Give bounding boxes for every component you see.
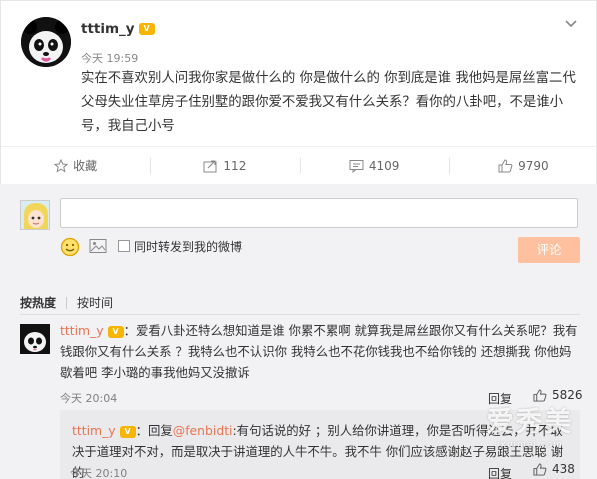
comment-count: 4109 [368,158,400,173]
my-avatar[interactable] [20,200,50,230]
emoji-icon[interactable] [60,237,80,257]
user-avatar[interactable] [21,17,71,67]
comment-button[interactable]: 4109 [299,147,449,184]
post-content: 实在不喜欢别人问我你家是做什么的 你是做什么的 你到底是谁 我他妈是屌丝富二代 … [81,71,576,134]
comment-body: ：爱看八卦还特么想知道是谁 你累不累啊 就算我是屌丝跟你又有什么关系呢？我有钱跟… [60,323,578,380]
thumbs-up-icon [498,158,513,172]
post-action-bar: 收藏 112 4109 9790 [1,146,597,184]
reply-prefix: ：回复 [135,423,173,438]
weibo-post: tttim_y V 今天 19:59 实在不喜欢别人问我你家是做什么的 你是做什么… [0,0,597,184]
favorite-button[interactable]: 收藏 [1,147,150,184]
post-username[interactable]: tttim_y V [81,21,155,37]
comment-avatar[interactable] [20,324,50,354]
also-repost-checkbox[interactable] [118,240,130,252]
vip-badge-icon: V [138,23,155,35]
chevron-down-icon[interactable] [564,17,578,31]
thumbs-up-icon [533,388,547,402]
comment-username[interactable]: tttim_y [60,323,104,338]
reply-button[interactable]: 回复 [488,465,512,479]
comment-like-button[interactable]: 5826 [533,388,583,402]
image-icon[interactable] [89,238,107,254]
like-button[interactable]: 9790 [448,147,597,184]
submit-comment-button[interactable]: 评论 [518,237,580,263]
comment-input[interactable] [60,198,578,228]
username-text[interactable]: tttim_y [81,21,135,37]
sort-divider [66,296,68,309]
reply-like-count: 438 [552,462,575,476]
reply-timestamp: 今天 20:10 [70,467,128,479]
watermark-text: 爱秀美 [486,407,574,438]
comment-like-count: 5826 [552,388,583,402]
vip-badge-icon: V [107,325,124,338]
thumbs-up-icon [533,462,547,476]
post-timestamp[interactable]: 今天 19:59 [81,50,138,66]
repost-count: 112 [223,158,247,173]
reply-username[interactable]: tttim_y [72,423,116,438]
star-icon [54,158,69,173]
sort-by-time[interactable]: 按时间 [77,294,113,311]
comment-icon [349,159,364,173]
comment-sort-tabs: 按热度 按时间 [20,294,113,311]
also-repost-label[interactable]: 同时转发到我的微博 [134,238,242,255]
favorite-label: 收藏 [73,159,98,173]
reply-mention[interactable]: @fenbidti [173,423,233,438]
watermark-url: ixiumei.com [497,440,563,450]
vip-badge-icon: V [119,425,136,438]
repost-icon [203,160,217,172]
divider [20,314,580,315]
repost-button[interactable]: 112 [150,147,299,184]
watermark-logo: 爱秀美 ixiumei.com [470,406,590,450]
comment-timestamp: 今天 20:04 [60,392,118,405]
sort-by-hot[interactable]: 按热度 [20,294,56,311]
comment-text: tttim_y V ：爱看八卦还特么想知道是谁 你累不累啊 就算我是屌丝跟你又有什么… [60,320,580,383]
reply-like-button[interactable]: 438 [533,462,575,476]
reply-button[interactable]: 回复 [488,390,512,407]
like-count: 9790 [518,158,549,173]
